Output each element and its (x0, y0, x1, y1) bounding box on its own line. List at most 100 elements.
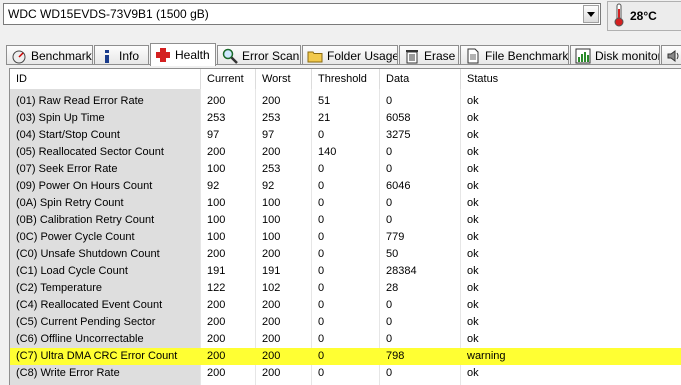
cell-id: (C4) Reallocated Event Count (16, 299, 163, 311)
header-data[interactable]: Data (380, 69, 460, 89)
cell-current: 200 (207, 367, 226, 379)
cell-current: 100 (207, 231, 226, 243)
cell-data: 0 (386, 146, 393, 158)
cell-current: 200 (207, 316, 226, 328)
cell-data: 0 (386, 214, 393, 226)
header-worst[interactable]: Worst (256, 69, 311, 89)
chevron-down-icon[interactable] (583, 5, 599, 23)
tab-label: Erase (424, 48, 456, 63)
cell-status: ok (467, 367, 479, 379)
header-threshold[interactable]: Threshold (312, 69, 379, 89)
header-status[interactable]: Status (461, 69, 581, 89)
table-row[interactable]: (C6) Offline Uncorrectable 200 200 0 0 ok (10, 331, 681, 348)
cell-status: ok (467, 163, 479, 175)
cell-worst: 200 (262, 367, 281, 379)
table-row[interactable]: (04) Start/Stop Count 97 97 0 3275 ok (10, 127, 681, 144)
cell-id: (09) Power On Hours Count (16, 180, 153, 192)
table-row[interactable]: (03) Spin Up Time 253 253 21 6058 ok (10, 110, 681, 127)
cell-id: (C1) Load Cycle Count (16, 265, 128, 277)
tab-label: Health (175, 48, 210, 62)
tab-divider (6, 64, 681, 65)
chart-icon (575, 48, 591, 64)
table-row[interactable]: (C5) Current Pending Sector 200 200 0 0 ok (10, 314, 681, 331)
table-row[interactable]: (0B) Calibration Retry Count 100 100 0 0 ok (10, 212, 681, 229)
tab-label: File Benchmark (485, 48, 569, 63)
table-row[interactable]: (01) Raw Read Error Rate 200 200 51 0 ok (10, 93, 681, 110)
speaker-icon (666, 48, 681, 64)
table-row[interactable]: (C0) Unsafe Shutdown Count 200 200 0 50 ok (10, 246, 681, 263)
cell-id: (C6) Offline Uncorrectable (16, 333, 144, 345)
thermometer-icon (614, 3, 624, 30)
table-row[interactable]: (05) Reallocated Sector Count 200 200 140 0 o… (10, 144, 681, 161)
table-row[interactable]: (07) Seek Error Rate 100 253 0 0 ok (10, 161, 681, 178)
cell-data: 6046 (386, 180, 411, 192)
cell-threshold: 0 (318, 163, 325, 175)
tab-overflow[interactable] (661, 45, 681, 65)
cell-threshold: 0 (318, 367, 325, 379)
cell-current: 122 (207, 282, 226, 294)
cell-worst: 100 (262, 214, 281, 226)
cell-current: 97 (207, 129, 220, 141)
cell-status: ok (467, 265, 479, 277)
tab-label: Info (119, 48, 140, 63)
cell-status: ok (467, 180, 479, 192)
cell-data: 779 (386, 231, 405, 243)
header-current[interactable]: Current (201, 69, 255, 89)
cell-worst: 100 (262, 197, 281, 209)
table-row[interactable]: (0A) Spin Retry Count 100 100 0 0 ok (10, 195, 681, 212)
cell-worst: 200 (262, 299, 281, 311)
cell-status: warning (467, 350, 506, 362)
cell-status: ok (467, 197, 479, 209)
smart-attributes-table[interactable]: ID Current Worst Threshold Data Status (… (9, 68, 681, 385)
cell-id: (01) Raw Read Error Rate (16, 95, 144, 107)
tab-info[interactable]: Info (94, 45, 149, 65)
table-row[interactable]: (09) Power On Hours Count 92 92 0 6046 ok (10, 178, 681, 195)
table-row[interactable]: (C8) Write Error Rate 200 200 0 0 ok (10, 365, 681, 382)
drive-select-value: WDC WD15EVDS-73V9B1 (1500 gB) (8, 7, 209, 21)
tab-bar: Benchmark Info Health Error Scan Folder … (6, 43, 681, 66)
cell-id: (03) Spin Up Time (16, 112, 105, 124)
cell-data: 0 (386, 95, 393, 107)
temperature-display: 28°C (607, 1, 681, 31)
tab-error-scan[interactable]: Error Scan (217, 45, 301, 65)
cell-status: ok (467, 129, 479, 141)
cell-worst: 200 (262, 316, 281, 328)
cell-id: (05) Reallocated Sector Count (16, 146, 164, 158)
trash-icon (404, 48, 420, 64)
cell-current: 200 (207, 95, 226, 107)
table-row[interactable]: (C4) Reallocated Event Count 200 200 0 0 ok (10, 297, 681, 314)
cell-data: 0 (386, 316, 393, 328)
cell-threshold: 0 (318, 231, 325, 243)
drive-select[interactable]: WDC WD15EVDS-73V9B1 (1500 gB) (3, 3, 601, 25)
cell-id: (0B) Calibration Retry Count (16, 214, 155, 226)
table-row[interactable]: (C7) Ultra DMA CRC Error Count 200 200 0 798… (10, 348, 681, 365)
tab-label: Folder Usage (327, 48, 398, 63)
table-row[interactable]: (C2) Temperature 122 102 0 28 ok (10, 280, 681, 297)
cell-id: (C0) Unsafe Shutdown Count (16, 248, 160, 260)
benchmark-icon (11, 48, 27, 64)
header-id[interactable]: ID (10, 69, 200, 89)
cell-threshold: 0 (318, 316, 325, 328)
cell-current: 200 (207, 146, 226, 158)
cell-data: 6058 (386, 112, 411, 124)
cell-status: ok (467, 299, 479, 311)
cell-data: 798 (386, 350, 405, 362)
cell-worst: 102 (262, 282, 281, 294)
temperature-value: 28°C (630, 9, 657, 23)
tab-disk-monitor[interactable]: Disk monitor (570, 45, 660, 65)
info-icon (99, 48, 115, 64)
cell-id: (C8) Write Error Rate (16, 367, 120, 379)
table-row[interactable]: (C1) Load Cycle Count 191 191 0 28384 ok (10, 263, 681, 280)
cell-id: (C2) Temperature (16, 282, 102, 294)
cell-current: 100 (207, 214, 226, 226)
tab-file-benchmark[interactable]: File Benchmark (460, 45, 569, 65)
tab-health[interactable]: Health (150, 43, 216, 66)
cell-worst: 97 (262, 129, 275, 141)
table-row[interactable]: (0C) Power Cycle Count 100 100 0 779 ok (10, 229, 681, 246)
cell-data: 0 (386, 197, 393, 209)
tab-folder-usage[interactable]: Folder Usage (302, 45, 398, 65)
tab-benchmark[interactable]: Benchmark (6, 45, 93, 65)
cell-status: ok (467, 316, 479, 328)
cell-threshold: 0 (318, 350, 325, 362)
tab-erase[interactable]: Erase (399, 45, 459, 65)
